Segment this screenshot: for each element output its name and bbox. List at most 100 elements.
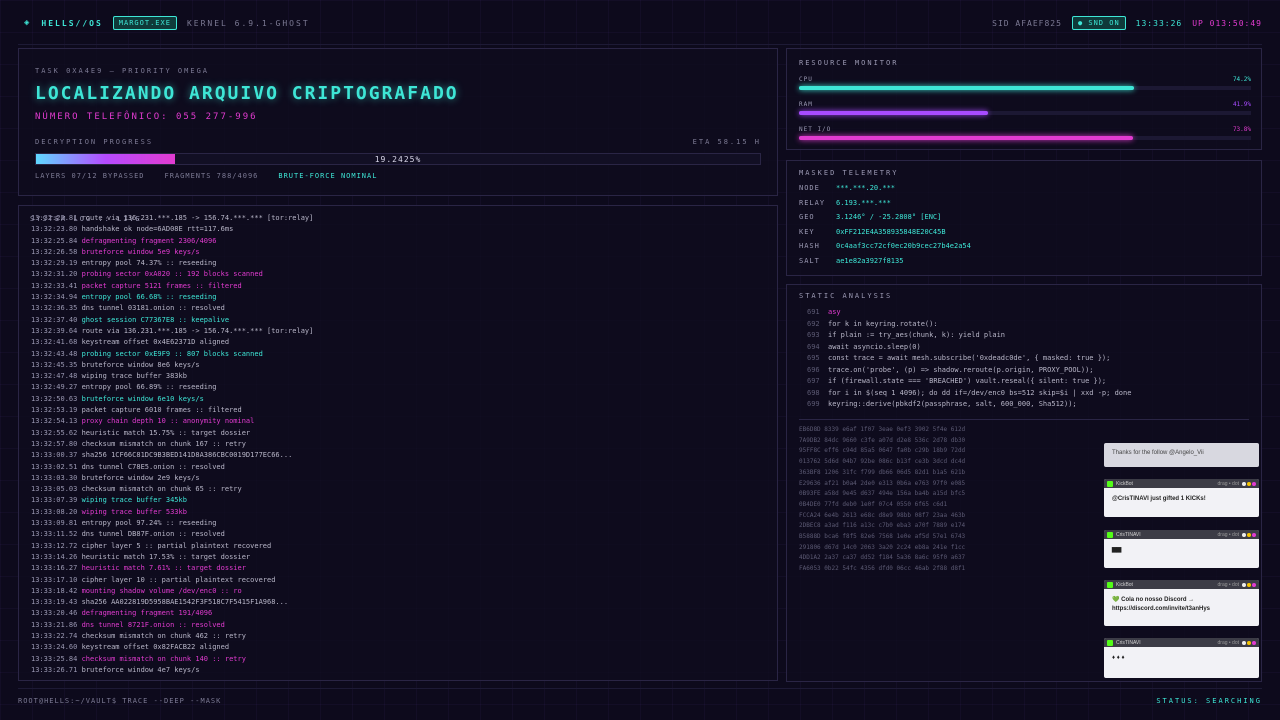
meter-netio: NET I/O 73.8% bbox=[799, 126, 1251, 140]
hex-row: FA6053 0b22 54fc 4356 dfd0 06cc 46ab 2f8… bbox=[799, 565, 966, 573]
log-timestamp: 13:32:25.84 bbox=[31, 236, 78, 245]
code-line: 691 asy bbox=[807, 307, 1131, 319]
logo-icon: ◈ bbox=[24, 18, 32, 28]
telemetry-row: SALT ae1e82a3927f8135 bbox=[799, 257, 903, 265]
chat-message: KickBot drag • dot 💚 Cola no nosso Discord… bbox=[1104, 580, 1259, 626]
code-text: keyring::derive(pbkdf2(passphrase, salt,… bbox=[828, 400, 1077, 408]
telemetry-value: ae1e82a3927f8135 bbox=[836, 257, 904, 265]
session-id: SID AFAEF825 bbox=[992, 18, 1062, 28]
line-number: 699 bbox=[807, 400, 820, 408]
code-text: if plain := try_aes(chunk, k): yield pla… bbox=[828, 331, 1006, 339]
telemetry-value: 6.193.***.*** bbox=[836, 198, 891, 207]
kick-badge-icon bbox=[1107, 639, 1113, 646]
log-message: bruteforce window 4e7 keys/s bbox=[77, 665, 200, 674]
log-timestamp: 13:33:24.60 bbox=[31, 643, 78, 652]
log-timestamp: 13:33:08.20 bbox=[31, 507, 78, 516]
user-chip[interactable]: MARGOT.EXE bbox=[112, 16, 177, 30]
log-timestamp: 13:33:22.74 bbox=[31, 631, 78, 640]
meter-label: RAM bbox=[799, 101, 813, 108]
meter-fill bbox=[799, 86, 1135, 90]
top-bar: ◈ HELLS//OS MARGOT.EXE KERNEL 6.9.1-GHOS… bbox=[0, 0, 1280, 46]
log-message: probing sector 0xA020 :: 192 blocks scan… bbox=[77, 270, 263, 279]
task-panel: TASK 0XA4E9 — PRIORITY OMEGA LOCALIZANDO… bbox=[18, 48, 778, 196]
telemetry-key: HASH bbox=[799, 242, 820, 251]
log-timestamp: 13:33:05.03 bbox=[31, 485, 78, 494]
log-entry: 13:32:31.20 probing sector 0xA020 :: 192… bbox=[31, 269, 771, 280]
log-message: checksum mismatch on chunk 65 :: retry bbox=[77, 485, 242, 494]
meter-label: CPU bbox=[799, 76, 813, 83]
log-message: packet capture 5121 frames :: filtered bbox=[77, 281, 242, 290]
log-timestamp: 13:33:02.51 bbox=[31, 462, 78, 471]
window-dots-icon bbox=[1242, 640, 1256, 645]
telemetry-key: KEY bbox=[799, 227, 815, 236]
log-message: route via 136.231.***.185 -> 156.74.***.… bbox=[77, 214, 314, 222]
code-line: 699 keyring::derive(pbkdf2(passphrase, sa… bbox=[807, 399, 1131, 411]
line-number: 696 bbox=[807, 365, 820, 374]
log-message: heuristic match 17.53% :: target dossier bbox=[77, 552, 251, 561]
code-text: trace.on('probe', (p) => shadow.reroute(… bbox=[828, 365, 1094, 374]
telemetry-key: NODE bbox=[799, 184, 820, 192]
log-message: keystream offset 0x82FACB22 aligned bbox=[77, 643, 230, 652]
log-message: wiping trace buffer 345kb bbox=[77, 496, 187, 505]
chat-message: CrisTINAVI drag • dot ♦ ♦ ♦ bbox=[1104, 638, 1259, 678]
code-text: asy bbox=[828, 308, 841, 316]
telemetry-title: MASKED TELEMETRY bbox=[799, 169, 899, 177]
log-entry: 13:32:23.80 handshake ok node=6AD08E rtt… bbox=[31, 224, 771, 235]
chat-header: KickBot drag • dot bbox=[1104, 479, 1259, 488]
log-entry: 13:32:55.62 heuristic match 15.75% :: ta… bbox=[31, 428, 771, 439]
log-message: proxy chain depth 10 :: anonymity nomina… bbox=[77, 417, 255, 426]
log-timestamp: 13:32:55.62 bbox=[31, 428, 78, 437]
mode-stat: BRUTE-FORCE NOMINAL bbox=[278, 172, 378, 180]
log-message: cipher layer 5 :: partial plaintext reco… bbox=[77, 541, 272, 550]
sound-toggle[interactable]: ● SND ON bbox=[1071, 16, 1126, 30]
telemetry-value: 0c4aaf3cc72cf0ec20b9cec27b4e2a54 bbox=[836, 242, 971, 251]
hex-dump: EB6D8D 8339 e6af 1f07 3eae 0ef3 3902 5f4… bbox=[799, 425, 965, 575]
meter-value: 41.9% bbox=[1232, 101, 1251, 108]
kick-badge-icon bbox=[1107, 480, 1113, 487]
log-message: keystream offset 0x4E62371D aligned bbox=[77, 338, 230, 347]
log-message: wiping trace buffer 383kb bbox=[77, 372, 187, 381]
log-timestamp: 13:33:00.37 bbox=[31, 451, 78, 460]
chat-text: 💚 Cola no nosso Discord → https://discor… bbox=[1112, 597, 1211, 612]
log-entry: 13:33:00.37 sha256 1CF66C81DC9B3BED141D8… bbox=[31, 450, 771, 461]
log-message: dns tunnel C78E5.onion :: resolved bbox=[77, 462, 225, 471]
log-message: checksum mismatch on chunk 462 :: retry bbox=[77, 631, 246, 640]
chat-meta: drag • dot bbox=[1217, 581, 1240, 588]
chat-meta: drag • dot bbox=[1217, 531, 1240, 538]
task-subtitle: TASK 0XA4E9 — PRIORITY OMEGA bbox=[35, 67, 210, 75]
log-entry: 13:32:57.80 checksum mismatch on chunk 1… bbox=[31, 439, 771, 450]
log-entry: 13:33:24.60 keystream offset 0x82FACB22 … bbox=[31, 642, 771, 653]
line-number: 698 bbox=[807, 388, 820, 397]
log-timestamp: 13:32:45.35 bbox=[31, 360, 78, 369]
log-message: heuristic match 15.75% :: target dossier bbox=[77, 428, 251, 437]
log-timestamp: 13:32:22.81 bbox=[31, 214, 78, 222]
log-message: bruteforce window 5e9 keys/s bbox=[77, 247, 200, 256]
chat-text: ▆▆ bbox=[1112, 547, 1122, 553]
meter-cpu: CPU 74.2% bbox=[799, 76, 1251, 90]
system-log-panel[interactable]: SYSTEM LOG :: LIVE 13:32:22.81 route via… bbox=[18, 205, 778, 681]
log-entry: 13:33:25.84 checksum mismatch on chunk 1… bbox=[31, 654, 771, 665]
log-entry: 13:32:41.68 keystream offset 0x4E62371D … bbox=[31, 337, 771, 348]
log-entry: 13:33:03.30 bruteforce window 2e9 keys/s bbox=[31, 473, 771, 484]
divider bbox=[18, 44, 1262, 45]
log-message: route via 136.231.***.185 -> 156.74.***.… bbox=[77, 326, 314, 335]
chat-text: Thanks for the follow @Angelo_Vii bbox=[1112, 450, 1204, 456]
log-entry: 13:33:11.52 dns tunnel DB87F.onion :: re… bbox=[31, 529, 771, 540]
kick-badge-icon bbox=[1107, 581, 1113, 588]
hex-row: 363BF8 1206 31fc f799 db66 06d5 82d1 b1a… bbox=[799, 468, 966, 476]
log-entry: 13:33:12.72 cipher layer 5 :: partial pl… bbox=[31, 541, 771, 552]
log-entry: 13:32:43.48 probing sector 0xE9F9 :: 807… bbox=[31, 349, 771, 360]
code-line: 694 await asyncio.sleep(0) bbox=[807, 342, 1131, 354]
chat-meta: drag • dot bbox=[1217, 639, 1240, 646]
log-timestamp: 13:33:25.84 bbox=[31, 654, 78, 663]
command-prompt[interactable]: ROOT@HELLS:~/VAULT$ TRACE --DEEP --MASK bbox=[18, 697, 221, 705]
chat-meta: drag • dot bbox=[1217, 480, 1240, 487]
log-timestamp: 13:32:23.80 bbox=[31, 225, 78, 234]
telemetry-row: RELAY 6.193.***.*** bbox=[799, 199, 891, 207]
log-entry: 13:32:34.94 entropy pool 66.68% :: resee… bbox=[31, 292, 771, 303]
log-entry: 13:32:39.64 route via 136.231.***.185 ->… bbox=[31, 326, 771, 337]
log-timestamp: 13:32:49.27 bbox=[31, 383, 78, 392]
log-list: 13:32:22.81 route via 136.231.***.185 ->… bbox=[31, 213, 771, 676]
chat-username: CrisTINAVI bbox=[1116, 531, 1141, 538]
log-timestamp: 13:33:09.81 bbox=[31, 519, 78, 528]
